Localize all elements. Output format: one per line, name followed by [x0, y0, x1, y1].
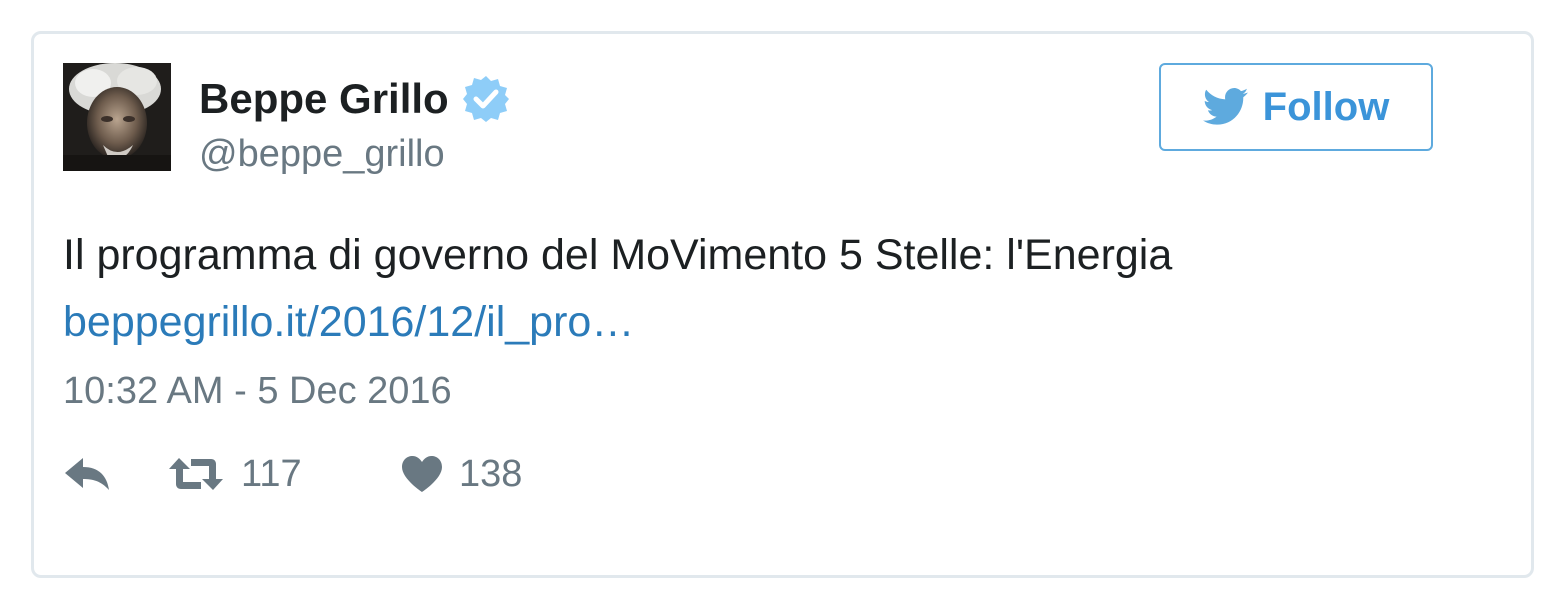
reply-button[interactable]	[63, 449, 111, 499]
follow-button[interactable]: Follow	[1159, 63, 1433, 151]
verified-badge-icon	[461, 74, 511, 124]
heart-icon	[401, 455, 443, 493]
author-name-row: Beppe Grillo	[199, 72, 511, 126]
tweet-link[interactable]: beppegrillo.it/2016/12/il_pro…	[63, 291, 634, 353]
display-name[interactable]: Beppe Grillo	[199, 72, 449, 126]
tweet-text: Il programma di governo del MoVimento 5 …	[63, 231, 1173, 279]
author-handle[interactable]: @beppe_grillo	[199, 130, 445, 178]
like-count: 138	[459, 452, 523, 495]
retweet-count: 117	[241, 452, 302, 495]
retweet-button[interactable]: 117	[167, 449, 302, 499]
tweet-timestamp[interactable]: 10:32 AM - 5 Dec 2016	[63, 366, 452, 416]
avatar[interactable]	[63, 63, 171, 171]
avatar-photo	[63, 63, 171, 171]
retweet-icon	[167, 454, 225, 494]
like-button[interactable]: 138	[401, 449, 522, 499]
reply-icon	[63, 456, 111, 492]
twitter-bird-icon	[1202, 87, 1249, 127]
tweet-actions: 117 138	[63, 449, 663, 499]
follow-label: Follow	[1262, 84, 1390, 129]
